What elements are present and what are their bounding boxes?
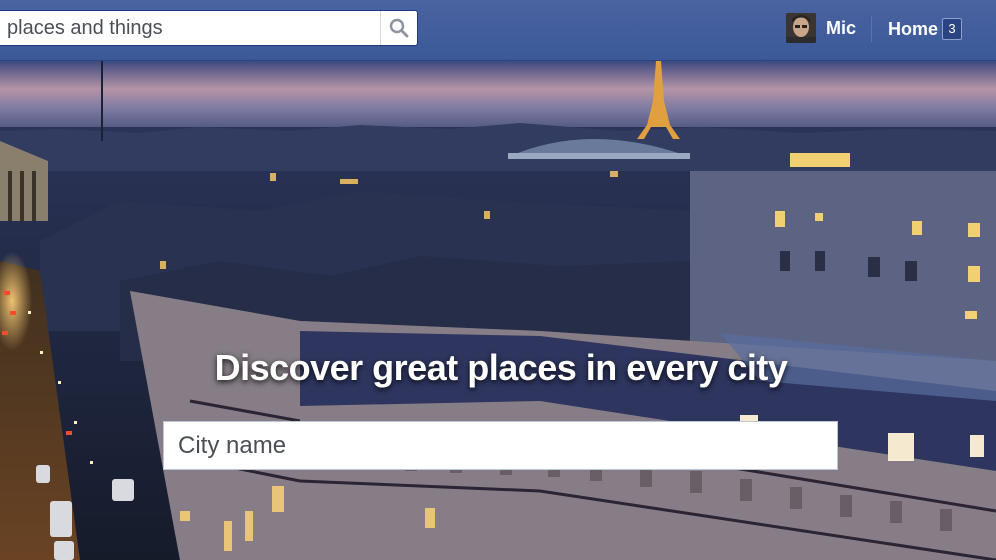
home-link[interactable]: Home 3 — [888, 16, 963, 42]
home-label: Home — [888, 18, 939, 39]
notification-badge: 3 — [942, 18, 963, 40]
hero-headline: Discover great places in every city — [214, 347, 788, 388]
nav-divider — [871, 16, 872, 42]
search-box — [0, 10, 418, 46]
hero-section: Discover great places in every city — [0, 61, 996, 560]
profile-name: Mic — [826, 17, 857, 38]
search-icon — [389, 18, 409, 38]
avatar — [786, 13, 816, 43]
search-input[interactable] — [0, 16, 380, 40]
city-name-input[interactable] — [163, 421, 838, 470]
paris-skyline-image — [0, 61, 996, 560]
profile-link[interactable]: Mic — [786, 13, 856, 43]
top-nav-bar: Mic Home 3 — [0, 0, 996, 61]
search-button[interactable] — [380, 11, 417, 45]
